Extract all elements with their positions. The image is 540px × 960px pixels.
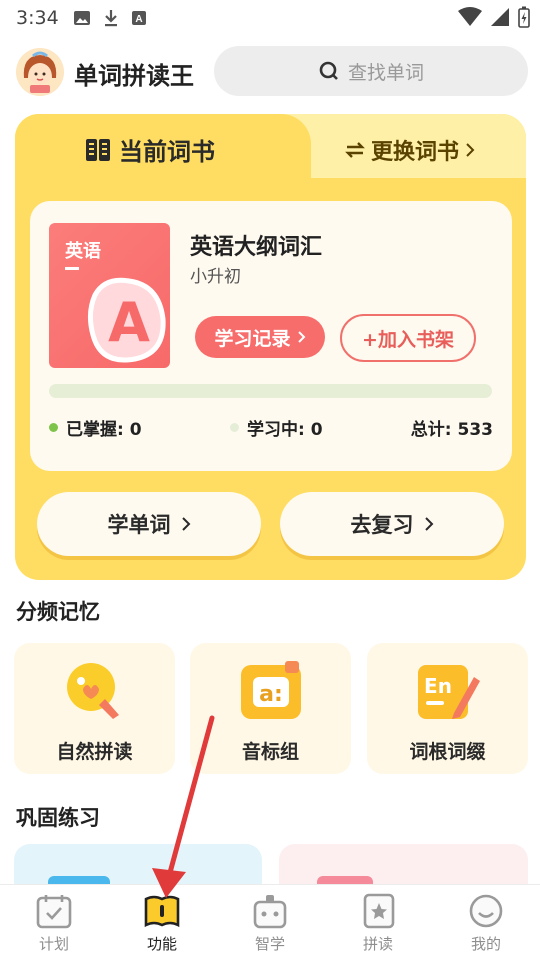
- svg-text:a:: a:: [259, 682, 283, 707]
- swap-icon: [345, 142, 365, 158]
- search-placeholder: 查找单词: [347, 61, 424, 84]
- book-cover[interactable]: 英语 A: [49, 223, 170, 368]
- word-root-icon: En: [417, 665, 480, 719]
- battery-icon: [518, 6, 530, 28]
- learn-words-button[interactable]: 学单词: [37, 492, 261, 556]
- avatar[interactable]: [16, 48, 64, 96]
- search-icon: [319, 61, 338, 80]
- download-icon: [104, 10, 117, 27]
- tab-spelling[interactable]: 拼读: [346, 893, 410, 959]
- chevron-right-icon: [466, 143, 475, 157]
- chevron-right-icon: [181, 517, 190, 531]
- tab-mine[interactable]: 我的: [454, 893, 518, 959]
- tab-plan-label: 计划: [38, 935, 69, 953]
- feature-phonics-label: 自然拼读: [56, 741, 133, 763]
- robot-icon: [253, 895, 287, 929]
- learning-dot: [230, 423, 239, 432]
- study-record-label: 学习记录: [214, 327, 291, 350]
- go-review-button[interactable]: 去复习: [280, 492, 504, 556]
- tab-smart-learn-label: 智学: [254, 935, 285, 953]
- status-bar: 3:34 A: [0, 0, 540, 36]
- practice-card-2[interactable]: [279, 844, 528, 888]
- text-icon: A: [131, 11, 146, 25]
- stat-total: 总计: 533: [411, 415, 493, 440]
- signal-icon: [491, 8, 509, 26]
- tab-change-text: 更换词书: [371, 140, 460, 165]
- progress-bar: [49, 384, 492, 398]
- book-title: 英语大纲词汇: [190, 235, 323, 260]
- cover-letter: A: [108, 291, 150, 354]
- tab-spelling-label: 拼读: [362, 935, 393, 953]
- cover-text: 英语: [65, 241, 101, 262]
- section-frequency-title: 分频记忆: [16, 600, 100, 624]
- feature-word-root-label: 词根词缀: [409, 741, 486, 763]
- tab-current-text: 当前词书: [119, 138, 215, 166]
- chevron-right-icon: [297, 331, 305, 343]
- learn-words-label: 学单词: [107, 513, 171, 537]
- letter-a-icon: A: [87, 277, 166, 363]
- tab-plan[interactable]: 计划: [22, 893, 86, 959]
- add-to-shelf-button[interactable]: +加入书架: [340, 314, 476, 362]
- cover-divider: [65, 267, 79, 270]
- svg-text:En: En: [424, 674, 452, 698]
- phonetic-icon: a:: [240, 661, 301, 719]
- stat-total-text: 总计: 533: [410, 420, 493, 440]
- tab-features[interactable]: 功能: [130, 893, 194, 959]
- study-record-button[interactable]: 学习记录: [195, 316, 325, 358]
- calendar-check-icon: [36, 895, 72, 929]
- gallery-icon: [73, 11, 90, 25]
- star-book-icon: [363, 893, 395, 929]
- tab-features-label: 功能: [146, 935, 177, 953]
- stat-mastered: 已掌握: 0: [49, 415, 142, 440]
- tab-current-book-label[interactable]: 当前词书: [85, 132, 215, 167]
- feature-phonics[interactable]: 自然拼读: [14, 643, 175, 774]
- stat-mastered-text: 已掌握: 0: [66, 420, 142, 440]
- chevron-right-icon: [424, 517, 433, 531]
- tab-mine-label: 我的: [470, 935, 501, 953]
- tab-change-book[interactable]: 更换词书: [345, 134, 475, 166]
- mastered-dot: [49, 423, 58, 432]
- book-icon: [86, 138, 110, 161]
- stat-learning: 学习中: 0: [230, 415, 323, 440]
- smile-icon: [469, 894, 503, 928]
- feature-word-root[interactable]: En 词根词缀: [367, 643, 528, 774]
- svg-text:A: A: [135, 14, 142, 25]
- stat-learning-text: 学习中: 0: [247, 420, 323, 440]
- book-card: 当前词书 更换词书 英语 A 英语大纲词汇 小升初 学习记录 +加入书架 已掌握…: [15, 114, 526, 580]
- search-bar[interactable]: 查找单词: [214, 46, 528, 96]
- phonics-icon: [66, 663, 119, 719]
- add-to-shelf-label: +加入书架: [362, 328, 454, 351]
- bottom-tab-bar: 计划 功能 智学 拼读 我的: [0, 884, 540, 960]
- feature-phonetic-label: 音标组: [241, 741, 299, 763]
- book-open-icon: [144, 895, 180, 928]
- app-header: 单词拼读王 查找单词: [0, 44, 540, 100]
- book-info-panel: 英语 A 英语大纲词汇 小升初 学习记录 +加入书架 已掌握: 0 学习中: 0: [30, 201, 512, 471]
- book-level: 小升初: [190, 267, 241, 287]
- app-title: 单词拼读王: [74, 62, 194, 90]
- go-review-label: 去复习: [350, 513, 414, 537]
- feature-phonetic[interactable]: a: 音标组: [190, 643, 351, 774]
- tab-smart-learn[interactable]: 智学: [238, 893, 302, 959]
- status-time: 3:34: [16, 7, 59, 29]
- girl-avatar-icon: [16, 48, 64, 96]
- practice-card-1[interactable]: [14, 844, 262, 888]
- wifi-icon: [458, 7, 482, 26]
- section-practice-title: 巩固练习: [16, 806, 100, 830]
